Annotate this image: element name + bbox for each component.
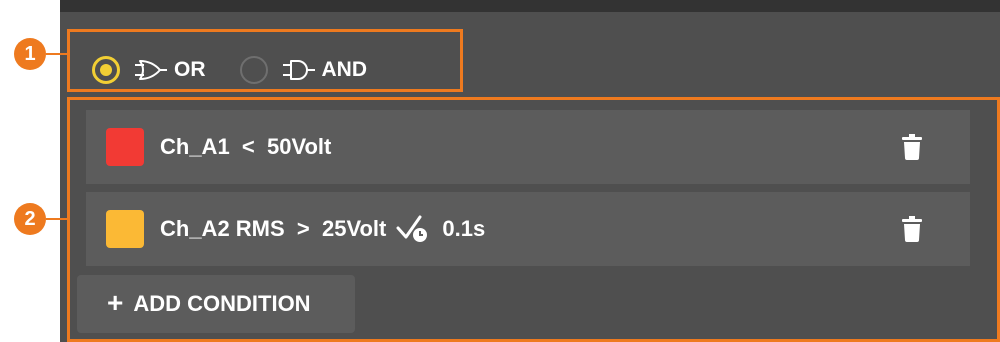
condition-row-1[interactable]: Ch_A1 < 50Volt xyxy=(86,110,970,184)
callout-badge-1: 1 xyxy=(14,38,46,70)
condition-text: Ch_A2 RMS > 25Volt xyxy=(160,216,387,241)
radio-dot xyxy=(100,64,112,76)
plus-icon: + xyxy=(107,286,124,318)
or-gate-icon xyxy=(135,60,167,80)
screenshot-stage: 1 2 OR AND Ch_A1 < 50Volt Ch_A2 RMS > 25… xyxy=(0,0,1000,342)
channel-color-swatch xyxy=(106,128,144,166)
or-label: OR xyxy=(174,58,206,81)
callout-badge-2: 2 xyxy=(14,203,46,235)
or-radio[interactable] xyxy=(92,56,120,84)
condition-row-2[interactable]: Ch_A2 RMS > 25Volt 0.1s xyxy=(86,192,970,266)
trash-icon[interactable] xyxy=(902,216,922,242)
and-radio[interactable] xyxy=(239,56,268,84)
and-gate-icon xyxy=(282,60,315,80)
callout-line-2 xyxy=(46,218,68,220)
trash-icon[interactable] xyxy=(902,134,922,160)
delay-timer-icon xyxy=(396,215,428,242)
and-label: AND xyxy=(321,58,368,81)
delay-value: 0.1s xyxy=(442,216,486,241)
callout-line-1 xyxy=(46,53,68,55)
top-strip xyxy=(60,0,1000,12)
add-condition-button[interactable]: + ADD CONDITION xyxy=(77,275,355,333)
add-condition-label: ADD CONDITION xyxy=(133,291,311,316)
channel-color-swatch xyxy=(106,210,144,248)
condition-text: Ch_A1 < 50Volt xyxy=(160,134,332,159)
logic-selector: OR AND xyxy=(92,50,367,90)
